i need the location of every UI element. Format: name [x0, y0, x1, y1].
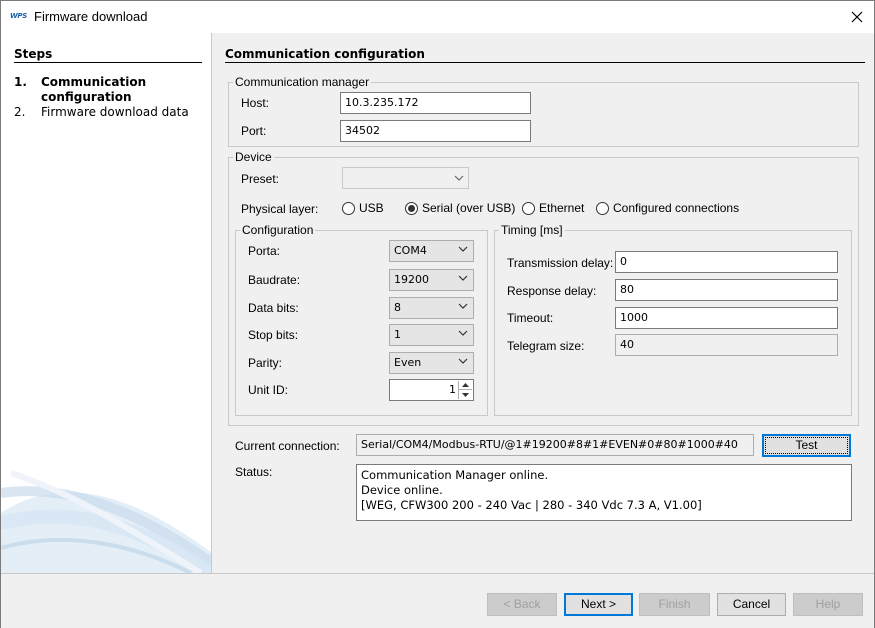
radio-ethernet[interactable]: Ethernet: [522, 201, 584, 215]
steps-divider: [14, 62, 202, 63]
title-bar: WPS Firmware download: [1, 1, 874, 33]
radio-indicator: [596, 201, 609, 215]
status-label: Status:: [235, 465, 273, 479]
data-bits-label: Data bits:: [248, 301, 299, 315]
data-bits-select[interactable]: 8: [389, 297, 474, 319]
baudrate-select[interactable]: 19200: [389, 269, 474, 291]
current-connection-field: Serial/COM4/Modbus-RTU/@1#19200#8#1#EVEN…: [356, 434, 754, 456]
radio-label: Ethernet: [539, 201, 585, 215]
chevron-down-icon: [458, 358, 468, 364]
port-input[interactable]: 34502: [340, 120, 531, 142]
preset-select[interactable]: [342, 167, 469, 189]
decorative-swoosh-graphic: [1, 470, 211, 573]
radio-label: Configured connections: [613, 201, 740, 215]
cancel-button[interactable]: Cancel: [717, 593, 786, 616]
chevron-down-icon: [454, 175, 464, 181]
timeout-label: Timeout:: [507, 311, 554, 325]
back-button[interactable]: < Back: [487, 593, 557, 616]
port-label: Port:: [241, 124, 267, 138]
status-line: Communication Manager online.: [361, 468, 549, 482]
parity-value: Even: [394, 356, 422, 369]
transmission-delay-label: Transmission delay:: [507, 256, 614, 270]
spinner-up-button[interactable]: [459, 381, 472, 390]
steps-sidebar: Steps 1. Communication configuration 2. …: [1, 33, 212, 573]
communication-manager-legend: Communication manager: [235, 75, 370, 89]
telegram-size-label: Telegram size:: [507, 339, 585, 353]
unit-id-spinner[interactable]: 1: [389, 379, 474, 401]
next-button[interactable]: Next >: [564, 593, 633, 616]
step-number: 1.: [14, 75, 27, 89]
chevron-down-icon: [458, 275, 468, 281]
close-icon: [851, 11, 863, 23]
parity-select[interactable]: Even: [389, 352, 474, 374]
status-line: [WEG, CFW300 200 - 240 Vac | 280 - 340 V…: [361, 498, 702, 512]
baudrate-value: 19200: [394, 273, 429, 286]
unit-id-label: Unit ID:: [248, 383, 289, 397]
device-legend: Device: [235, 150, 272, 164]
radio-label: Serial (over USB): [422, 201, 516, 215]
firmware-download-dialog: WPS Firmware download Steps 1. Communica…: [0, 0, 875, 628]
spinner-down-button[interactable]: [459, 390, 472, 399]
spinner-arrows: [458, 381, 472, 399]
radio-label: USB: [359, 201, 384, 215]
radio-usb[interactable]: USB: [342, 201, 384, 215]
host-input[interactable]: 10.3.235.172: [340, 92, 531, 114]
chevron-down-icon: [458, 246, 468, 252]
status-line: Device online.: [361, 483, 443, 497]
communication-manager-group: Communication manager: [228, 76, 859, 147]
stop-bits-select[interactable]: 1: [389, 324, 474, 346]
porta-value: COM4: [394, 244, 427, 257]
current-connection-label: Current connection:: [235, 439, 340, 453]
host-label: Host:: [241, 96, 270, 110]
telegram-size-field: 40: [615, 334, 838, 356]
timeout-input[interactable]: 1000: [615, 307, 838, 329]
data-bits-value: 8: [394, 301, 401, 314]
caret-down-icon: [462, 392, 469, 397]
physical-layer-label: Physical layer:: [241, 202, 319, 216]
unit-id-value: 1: [449, 383, 456, 396]
status-text-area: Communication Manager online. Device onl…: [356, 464, 852, 521]
response-delay-input[interactable]: 80: [615, 279, 838, 301]
configuration-legend: Configuration: [242, 223, 314, 237]
page-title-divider: [225, 62, 865, 63]
close-button[interactable]: [841, 3, 873, 31]
radio-indicator-selected: [405, 201, 418, 215]
app-logo-icon: WPS: [10, 12, 27, 20]
step-number: 2.: [14, 105, 26, 119]
caret-up-icon: [462, 383, 469, 387]
finish-button[interactable]: Finish: [639, 593, 710, 616]
timing-legend: Timing [ms]: [501, 223, 563, 237]
preset-label: Preset:: [241, 172, 280, 186]
step-label: Firmware download data: [41, 105, 189, 119]
step-label: Communication configuration: [41, 75, 147, 104]
stop-bits-label: Stop bits:: [248, 328, 299, 342]
stop-bits-value: 1: [394, 328, 401, 341]
chevron-down-icon: [458, 330, 468, 336]
response-delay-label: Response delay:: [507, 284, 597, 298]
steps-title: Steps: [14, 47, 53, 61]
radio-configured-connections[interactable]: Configured connections: [596, 201, 739, 215]
test-button[interactable]: Test: [762, 434, 851, 457]
help-button[interactable]: Help: [793, 593, 863, 616]
chevron-down-icon: [458, 303, 468, 309]
radio-indicator: [522, 201, 535, 215]
page-title: Communication configuration: [225, 47, 425, 61]
parity-label: Parity:: [248, 356, 283, 370]
baudrate-label: Baudrate:: [248, 273, 301, 287]
window-title: Firmware download: [34, 9, 148, 24]
radio-indicator: [342, 201, 355, 215]
transmission-delay-input[interactable]: 0: [615, 251, 838, 273]
porta-label: Porta:: [248, 244, 281, 258]
radio-serial-over-usb[interactable]: Serial (over USB): [405, 201, 515, 215]
porta-select[interactable]: COM4: [389, 240, 474, 262]
